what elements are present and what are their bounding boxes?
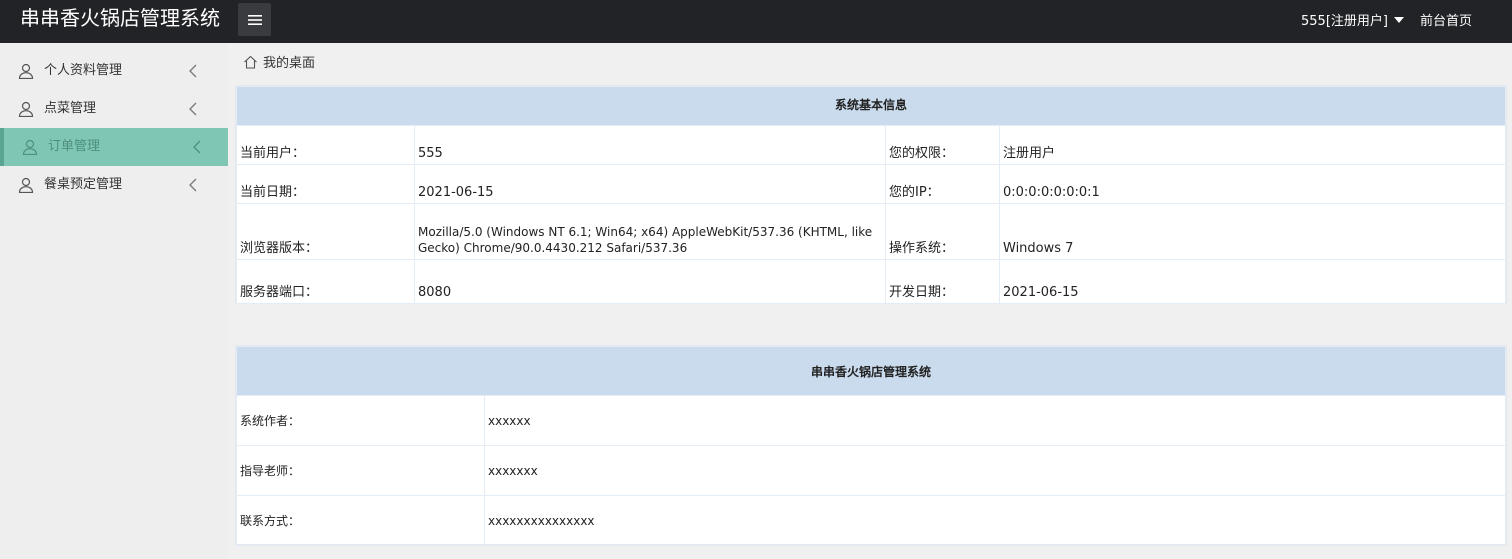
info-value: 2021-06-15	[414, 164, 886, 204]
user-icon	[22, 139, 38, 155]
hamburger-icon	[247, 14, 262, 25]
menu-toggle-button[interactable]	[238, 3, 271, 36]
info-value: 2021-06-15	[999, 259, 1506, 304]
breadcrumb: 我的桌面	[243, 52, 315, 71]
about-value: xxxxxxx	[484, 445, 1506, 496]
chevron-left-icon	[193, 140, 201, 154]
about-label: 联系方式：	[236, 495, 485, 546]
chevron-left-icon	[189, 178, 197, 192]
user-icon	[18, 177, 34, 193]
user-icon	[18, 63, 34, 79]
user-icon	[18, 101, 34, 117]
system-info-panel: 系统基本信息 当前用户： 555 您的权限： 注册用户 当前日期： 2021-0…	[235, 85, 1507, 304]
info-label: 当前日期：	[236, 164, 415, 204]
panel-title: 系统基本信息	[236, 86, 1506, 126]
app-title: 串串香火锅店管理系统	[20, 6, 220, 30]
panel-title: 串串香火锅店管理系统	[236, 346, 1506, 396]
info-value: 8080	[414, 259, 886, 304]
sidebar-item-label: 点菜管理	[44, 101, 97, 116]
chevron-left-icon	[189, 102, 197, 116]
sidebar-item-profile[interactable]: 个人资料管理	[0, 52, 228, 90]
info-value: 0:0:0:0:0:0:0:1	[999, 164, 1506, 204]
info-label: 当前用户：	[236, 125, 415, 165]
about-label: 指导老师：	[236, 445, 485, 496]
sidebar-item-label: 个人资料管理	[44, 63, 123, 78]
breadcrumb-label[interactable]: 我的桌面	[263, 52, 315, 71]
info-label: 您的IP：	[885, 164, 1000, 204]
sidebar-item-label: 餐桌预定管理	[44, 177, 123, 192]
frontend-home-link[interactable]: 前台首页	[1420, 10, 1472, 29]
about-label: 系统作者：	[236, 395, 485, 446]
home-icon	[244, 55, 257, 69]
info-label: 浏览器版本：	[236, 203, 415, 260]
info-value: 555	[414, 125, 886, 165]
about-value: xxxxxxxxxxxxxxx	[484, 495, 1506, 546]
about-value: xxxxxx	[484, 395, 1506, 446]
sidebar-item-ordering[interactable]: 点菜管理	[0, 90, 228, 128]
about-panel: 串串香火锅店管理系统 系统作者： xxxxxx 指导老师： xxxxxxx 联系…	[235, 345, 1507, 546]
info-value: Mozilla/5.0 (Windows NT 6.1; Win64; x64)…	[414, 203, 886, 260]
sidebar-item-orders[interactable]: 订单管理	[0, 128, 228, 166]
caret-down-icon	[1393, 16, 1404, 23]
user-label: 555[注册用户]	[1301, 14, 1388, 29]
top-navbar: 串串香火锅店管理系统 555[注册用户] 前台首页	[0, 0, 1512, 43]
sidebar: 个人资料管理 点菜管理 订单管理 餐桌预定管理	[0, 43, 228, 559]
info-value: Windows 7	[999, 203, 1506, 260]
user-dropdown[interactable]: 555[注册用户]	[1301, 10, 1404, 29]
info-label: 您的权限：	[885, 125, 1000, 165]
chevron-left-icon	[189, 64, 197, 78]
info-label: 操作系统：	[885, 203, 1000, 260]
info-label: 开发日期：	[885, 259, 1000, 304]
info-value: 注册用户	[999, 125, 1506, 165]
sidebar-item-label: 订单管理	[48, 139, 101, 154]
sidebar-item-table-booking[interactable]: 餐桌预定管理	[0, 166, 228, 204]
info-label: 服务器端口：	[236, 259, 415, 304]
